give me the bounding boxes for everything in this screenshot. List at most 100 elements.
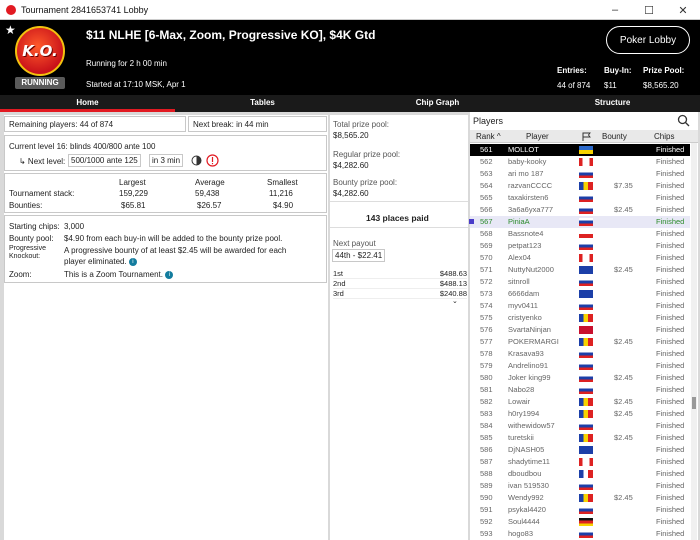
player-row[interactable]: 582 Lowair $2.45 Finished [470,396,690,408]
player-name: POKERMARGI [508,337,559,346]
bounty-pool-label: Bounty pool: [9,234,54,243]
player-rank: 586 [480,445,493,454]
info-icon[interactable]: i [165,270,174,279]
country-flag-icon [579,194,593,202]
player-row[interactable]: 593 hogo83 Finished [470,528,690,540]
player-row[interactable]: 566 3a6a6yxa777 $2.45 Finished [470,204,690,216]
search-icon[interactable] [677,114,690,127]
lobby-header: ★ K.O. RUNNING $11 NLHE [6-Max, Zoom, Pr… [0,20,700,95]
player-row[interactable]: 578 Krasava93 Finished [470,348,690,360]
player-row[interactable]: 562 baby-kooky Finished [470,156,690,168]
zoom-label: Zoom: [9,270,32,279]
star-icon[interactable]: ★ [5,23,16,37]
scrollbar-thumb[interactable] [692,397,696,409]
player-rank: 591 [480,505,493,514]
player-name: hogo83 [508,529,534,538]
player-row[interactable]: 564 razvanCCCC $7.35 Finished [470,180,690,192]
warning-icon [206,154,219,167]
player-rank: 590 [480,493,493,502]
player-row[interactable]: 561 MOLLOT Finished [470,144,690,156]
close-button[interactable]: ✕ [666,0,700,20]
poker-lobby-button[interactable]: Poker Lobby [606,26,690,54]
player-name: MOLLOT [508,145,539,154]
total-prize-label: Total prize pool: [333,120,390,129]
player-row[interactable]: 592 Soul4444 Finished [470,516,690,528]
player-row[interactable]: 571 NuttyNut2000 $2.45 Finished [470,264,690,276]
player-rank: 581 [480,385,493,394]
player-column-header[interactable]: Player [526,132,549,141]
player-row[interactable]: 587 shadytime11 Finished [470,456,690,468]
bounty-smallest: $4.90 [273,201,294,210]
country-flag-icon [579,266,593,274]
player-row[interactable]: 575 cristyenko Finished [470,312,690,324]
country-flag-icon [579,326,593,334]
player-bounty: $2.45 [614,205,633,214]
player-chips: Finished [656,385,685,394]
tab-chip-graph[interactable]: Chip Graph [350,95,525,112]
country-flag-icon [579,278,593,286]
player-row[interactable]: 585 turetskii $2.45 Finished [470,432,690,444]
tab-home[interactable]: Home [0,95,175,112]
player-row[interactable]: 580 Joker king99 $2.45 Finished [470,372,690,384]
player-chips: Finished [656,313,685,322]
player-chips: Finished [656,325,685,334]
player-row[interactable]: 570 Alex04 Finished [470,252,690,264]
rank-column-header[interactable]: Rank ^ [476,132,501,141]
player-bounty: $2.45 [614,397,633,406]
total-prize-value: $8,565.20 [333,131,369,140]
player-rank: 566 [480,205,493,214]
player-row[interactable]: 565 taxakirsten6 Finished [470,192,690,204]
running-time: Running for 2 h 00 min [86,59,167,68]
player-row[interactable]: 563 ari mo 187 Finished [470,168,690,180]
bounty-column-header[interactable]: Bounty [602,132,627,141]
player-row[interactable]: 588 dboudbou Finished [470,468,690,480]
player-row[interactable]: 577 POKERMARGI $2.45 Finished [470,336,690,348]
player-row[interactable]: 584 withewidow57 Finished [470,420,690,432]
player-row[interactable]: 572 sitnroll Finished [470,276,690,288]
player-chips: Finished [656,361,685,370]
chips-column-header[interactable]: Chips [654,132,674,141]
player-row[interactable]: 579 Andrelino91 Finished [470,360,690,372]
player-rank: 576 [480,325,493,334]
remaining-players: Remaining players: 44 of 874 [9,120,114,129]
player-row[interactable]: 591 psykal4420 Finished [470,504,690,516]
player-chips: Finished [656,217,685,226]
flag-column-icon[interactable] [582,132,591,141]
players-scrollbar[interactable] [691,143,697,540]
player-name: Lowair [508,397,531,406]
player-row[interactable]: 569 petpat123 Finished [470,240,690,252]
players-title: Players [473,116,504,126]
player-row[interactable]: 581 Nabo28 Finished [470,384,690,396]
minimize-button[interactable]: – [598,0,632,20]
player-rank: 565 [480,193,493,202]
player-name: baby-kooky [508,157,547,166]
player-row[interactable]: 568 Bassnote4 Finished [470,228,690,240]
player-row[interactable]: 573 6666dam Finished [470,288,690,300]
tab-structure[interactable]: Structure [525,95,700,112]
player-rank: 589 [480,481,493,490]
player-rank: 571 [480,265,493,274]
player-name: ari mo 187 [508,169,544,178]
player-chips: Finished [656,445,685,454]
expand-chevron-icon[interactable]: ⌄ [452,297,458,305]
player-rank: 585 [480,433,493,442]
tab-tables[interactable]: Tables [175,95,350,112]
player-chips: Finished [656,169,685,178]
maximize-button[interactable]: ☐ [632,0,666,20]
player-rank: 580 [480,373,493,382]
player-row[interactable]: 576 SvartaNinjan Finished [470,324,690,336]
country-flag-icon [579,470,593,478]
info-icon[interactable]: i [128,257,137,266]
player-row[interactable]: 574 myv0411 Finished [470,300,690,312]
stack-header-smallest: Smallest [267,178,298,187]
player-row[interactable]: 583 h0ry1994 $2.45 Finished [470,408,690,420]
player-row[interactable]: 590 Wendy992 $2.45 Finished [470,492,690,504]
player-row[interactable]: 586 DjNASH05 Finished [470,444,690,456]
next-level-value: 500/1000 ante 125 [68,154,141,167]
progressive-value-line1: A progressive bounty of at least $2.45 w… [64,246,287,255]
player-row[interactable]: 567 PiniaA Finished [469,216,690,228]
player-bounty: $2.45 [614,433,633,442]
player-row[interactable]: 589 ivan 519530 Finished [470,480,690,492]
player-name: sitnroll [508,277,530,286]
player-chips: Finished [656,337,685,346]
